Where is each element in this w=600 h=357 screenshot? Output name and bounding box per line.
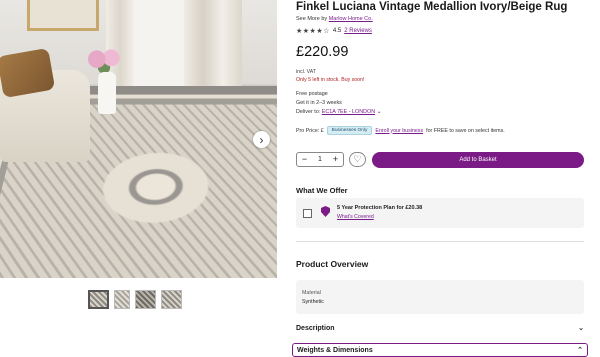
offer-heading: What We Offer [296, 186, 348, 195]
weights-accordion[interactable]: Weights & Dimensions ⌃ [292, 343, 588, 357]
description-label: Description [296, 324, 335, 332]
overview-heading: Product Overview [296, 259, 369, 269]
rating-value: 4.5 [332, 28, 342, 34]
shipping-info: Free postage Get it in 2–3 weeks Deliver… [296, 90, 382, 117]
postage-text: Free postage [296, 91, 328, 97]
deliver-label: Deliver to: [296, 109, 321, 115]
rating: ★★★★☆ 4.5 2 Reviews [296, 27, 372, 35]
pillow [0, 47, 56, 99]
see-more-label: See More by [296, 16, 328, 22]
add-to-basket-button[interactable]: Add to Basket [372, 152, 584, 168]
quantity-value[interactable]: 1 [313, 156, 328, 163]
pro-suffix: for FREE to save on select items. [426, 127, 505, 134]
vat-note: incl. VAT [296, 69, 316, 75]
heart-icon: ♡ [353, 154, 362, 164]
pro-label: Pro Price: £ [296, 127, 324, 134]
whats-covered-link[interactable]: What's Covered [337, 214, 374, 220]
thumbnail[interactable] [135, 290, 156, 309]
increase-quantity-button[interactable]: + [328, 155, 343, 164]
star-rating-icon: ★★★★☆ [296, 28, 330, 35]
thumbnail[interactable] [114, 290, 130, 309]
protection-plan-label: 5 Year Protection Plan for £20.38 [337, 205, 423, 211]
material-box: Material Synthetic [296, 280, 584, 314]
chevron-down-icon: ⌄ [578, 325, 584, 332]
chevron-right-icon: › [259, 132, 264, 147]
wishlist-button[interactable]: ♡ [349, 152, 366, 167]
brand-link[interactable]: Marlow Home Co. [329, 16, 373, 22]
weights-label: Weights & Dimensions [297, 346, 373, 354]
shield-icon [321, 206, 330, 217]
protection-plan-box: 5 Year Protection Plan for £20.38 What's… [296, 198, 584, 228]
stock-warning: Only 5 left in stock. Buy soon! [296, 77, 365, 83]
product-title: Finkel Luciana Vintage Medallion Ivory/B… [296, 1, 568, 13]
location-link[interactable]: EC1A 7EE - LONDON [322, 109, 375, 115]
vase [98, 72, 116, 114]
description-accordion[interactable]: Description ⌄ [296, 324, 584, 333]
material-label: Material [302, 290, 321, 296]
eta-text: Get it in 2–3 weeks [296, 100, 342, 106]
price: £220.99 [296, 44, 349, 60]
protection-plan-checkbox[interactable] [303, 209, 312, 218]
thumbnail[interactable] [161, 290, 182, 309]
thumbnail[interactable] [88, 290, 109, 309]
chevron-down-icon[interactable]: ⌄ [377, 109, 382, 115]
reviews-link[interactable]: 2 Reviews [344, 28, 372, 34]
curtain [184, 0, 242, 92]
business-badge: Businesses Only [326, 126, 373, 135]
wall-frame [27, 0, 99, 31]
enroll-link[interactable]: Enroll your business [375, 128, 423, 134]
decrease-quantity-button[interactable]: − [297, 155, 312, 164]
material-value: Synthetic [302, 299, 324, 305]
product-main-image[interactable] [0, 0, 277, 278]
quantity-stepper: − 1 + [296, 152, 344, 167]
thumbnail-strip [88, 290, 182, 309]
see-more-brand: See More by Marlow Home Co. [296, 16, 373, 22]
next-image-button[interactable]: › [253, 131, 270, 148]
divider [296, 241, 584, 242]
pro-price: Pro Price: £ Businesses Only Enroll your… [296, 126, 505, 135]
deliver-to: Deliver to: EC1A 7EE - LONDON ⌄ [296, 108, 382, 117]
